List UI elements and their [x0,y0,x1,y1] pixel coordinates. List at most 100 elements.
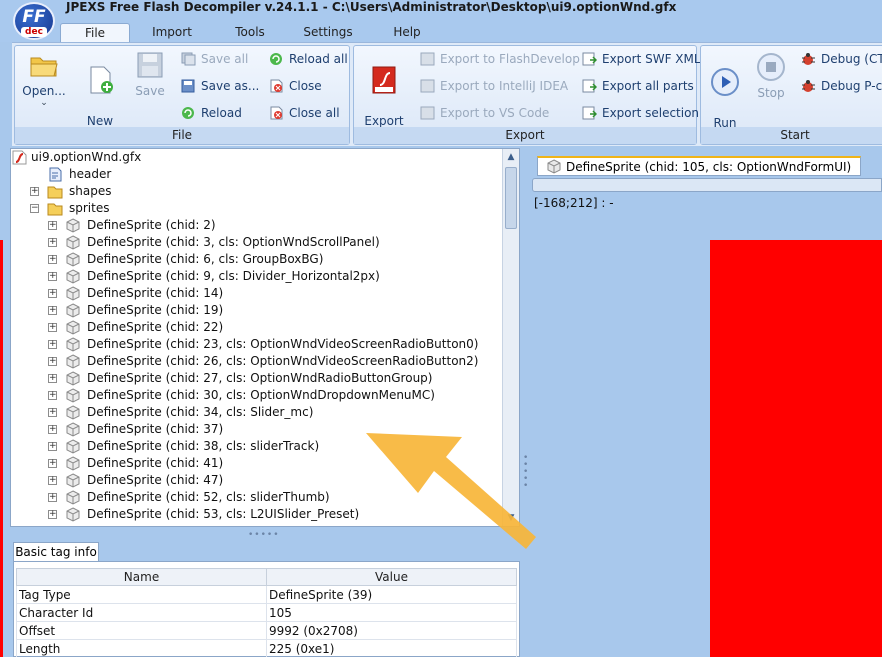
expand-icon[interactable]: + [48,238,57,247]
expand-icon[interactable]: + [48,255,57,264]
tab-tools[interactable]: Tools [220,23,280,42]
export-swf-xml-button[interactable]: Export SWF XML [582,50,701,68]
tab-import[interactable]: Import [140,23,204,42]
export-intellij-button[interactable]: Export to IntelliJ IDEA [420,77,568,95]
tree-item-header[interactable]: header [11,166,501,183]
export-all-parts-button[interactable]: Export all parts [582,77,694,95]
expand-icon[interactable]: + [48,323,57,332]
export-vscode-button[interactable]: Export to VS Code [420,104,549,122]
tree-item-sprite[interactable]: + DefineSprite (chid: 34, cls: Slider_mc) [11,404,501,421]
export-intellij-label: Export to IntelliJ IDEA [440,79,569,93]
tree-item-sprite[interactable]: + DefineSprite (chid: 2) [11,217,501,234]
tree-item-sprites[interactable]: − sprites [11,200,501,217]
expand-icon[interactable]: + [48,408,57,417]
table-row[interactable]: Character Id 105 [16,603,517,622]
tree-item-label: DefineSprite (chid: 53, cls: L2UISlider_… [87,507,360,521]
column-header-name[interactable]: Name [16,568,267,586]
stop-button[interactable]: Stop [753,52,789,100]
expand-icon[interactable]: + [48,459,57,468]
reload-icon [182,107,194,119]
expand-icon[interactable]: + [48,221,57,230]
tree-item-sprite[interactable]: + DefineSprite (chid: 9, cls: Divider_Hor… [11,268,501,285]
tab-settings[interactable]: Settings [296,23,360,42]
preview-toolbar [532,178,882,192]
reload-label: Reload [201,106,242,120]
tree-item-sprite[interactable]: + DefineSprite (chid: 22) [11,319,501,336]
table-row[interactable]: Length 225 (0xe1) [16,639,517,657]
tree-item-label: DefineSprite (chid: 2) [87,218,216,232]
expand-icon[interactable]: + [48,340,57,349]
sprite-cube-icon [66,422,80,437]
close-all-button[interactable]: Close all [269,104,340,122]
close-all-label: Close all [289,106,340,120]
app-logo-icon[interactable]: FF dec [13,2,55,40]
tree-item-root[interactable]: ui9.optionWnd.gfx [11,149,501,166]
tree-item-label: DefineSprite (chid: 26, cls: OptionWndVi… [87,354,479,368]
save-all-button[interactable]: Save all [181,50,248,68]
window-title: JPEXS Free Flash Decompiler v.24.1.1 - C… [66,0,677,14]
tree-item-sprite[interactable]: + DefineSprite (chid: 27, cls: OptionWndR… [11,370,501,387]
tree-item-label: DefineSprite (chid: 41) [87,456,224,470]
tab-help[interactable]: Help [380,23,434,42]
save-as-button[interactable]: Save as... [181,77,259,95]
horizontal-splitter-handle[interactable]: ••••• [248,530,280,540]
ribbon: Open... ⌄ New empty Save Save all Save a… [12,42,882,146]
column-header-value[interactable]: Value [266,568,517,586]
tree-item-sprite[interactable]: + DefineSprite (chid: 26, cls: OptionWndV… [11,353,501,370]
logo-subtext: dec [21,27,47,37]
tree-item-label: DefineSprite (chid: 27, cls: OptionWndRa… [87,371,433,385]
tree-item-sprite[interactable]: + DefineSprite (chid: 6, cls: GroupBoxBG) [11,251,501,268]
debug-pc-button[interactable]: Debug P-c [801,77,882,95]
export-flashdevelop-label: Export to FlashDevelop [440,52,580,66]
table-row[interactable]: Offset 9992 (0x2708) [16,621,517,640]
tag-info-table: Name Value Tag Type DefineSprite (39) Ch… [16,568,517,657]
expand-icon[interactable]: + [48,510,57,519]
sprite-preview-canvas[interactable] [710,240,882,657]
scroll-thumb[interactable] [505,167,517,229]
debug-ct-label: Debug (CT [821,52,882,66]
tree-item-sprite[interactable]: + DefineSprite (chid: 14) [11,285,501,302]
expand-icon[interactable]: + [48,391,57,400]
tree-item-sprite[interactable]: + DefineSprite (chid: 3, cls: OptionWndSc… [11,234,501,251]
tree-item-label: DefineSprite (chid: 52, cls: sliderThumb… [87,490,330,504]
export-selection-button[interactable]: Export selection [582,104,699,122]
row-value: 9992 (0x2708) [266,621,517,640]
export-all-icon [582,79,597,93]
sprite-cube-icon [66,405,80,420]
expand-icon[interactable]: + [48,476,57,485]
sprite-cube-icon [66,218,80,233]
export-flashdevelop-button[interactable]: Export to FlashDevelop [420,50,580,68]
debug-ct-button[interactable]: Debug (CT [801,50,882,68]
preview-tab[interactable]: DefineSprite (chid: 105, cls: OptionWndF… [537,156,861,176]
reload-all-button[interactable]: Reload all [269,50,348,68]
expand-icon[interactable]: + [48,442,57,451]
row-name: Offset [16,621,267,640]
tree-item-sprite[interactable]: + DefineSprite (chid: 19) [11,302,501,319]
table-row[interactable]: Tag Type DefineSprite (39) [16,585,517,604]
save-button[interactable]: Save [129,50,171,98]
expand-icon[interactable]: + [48,289,57,298]
basic-tag-info-tab[interactable]: Basic tag info [13,542,99,562]
debug-pc-label: Debug P-c [821,79,882,93]
expand-icon[interactable]: + [48,306,57,315]
expand-icon[interactable]: + [48,272,57,281]
scroll-up-arrow-icon[interactable]: ▲ [503,149,519,165]
expand-icon[interactable]: + [48,357,57,366]
tab-file[interactable]: File [60,23,130,42]
collapse-icon[interactable]: − [30,204,39,213]
tree-item-sprite[interactable]: + DefineSprite (chid: 30, cls: OptionWndD… [11,387,501,404]
expand-icon[interactable]: + [48,493,57,502]
open-button[interactable]: Open... ⌄ [21,50,67,108]
folder-open-icon [30,57,58,77]
tree-item-label: DefineSprite (chid: 19) [87,303,224,317]
tree-item-sprite[interactable]: + DefineSprite (chid: 23, cls: OptionWndV… [11,336,501,353]
tree-item-label: sprites [69,201,110,215]
reload-all-icon [270,53,282,65]
tree-item-shapes[interactable]: + shapes [11,183,501,200]
expand-icon[interactable]: + [30,187,39,196]
close-button[interactable]: Close [269,77,322,95]
expand-icon[interactable]: + [48,374,57,383]
reload-button[interactable]: Reload [181,104,242,122]
expand-icon[interactable]: + [48,425,57,434]
tree-item-label: DefineSprite (chid: 37) [87,422,224,436]
